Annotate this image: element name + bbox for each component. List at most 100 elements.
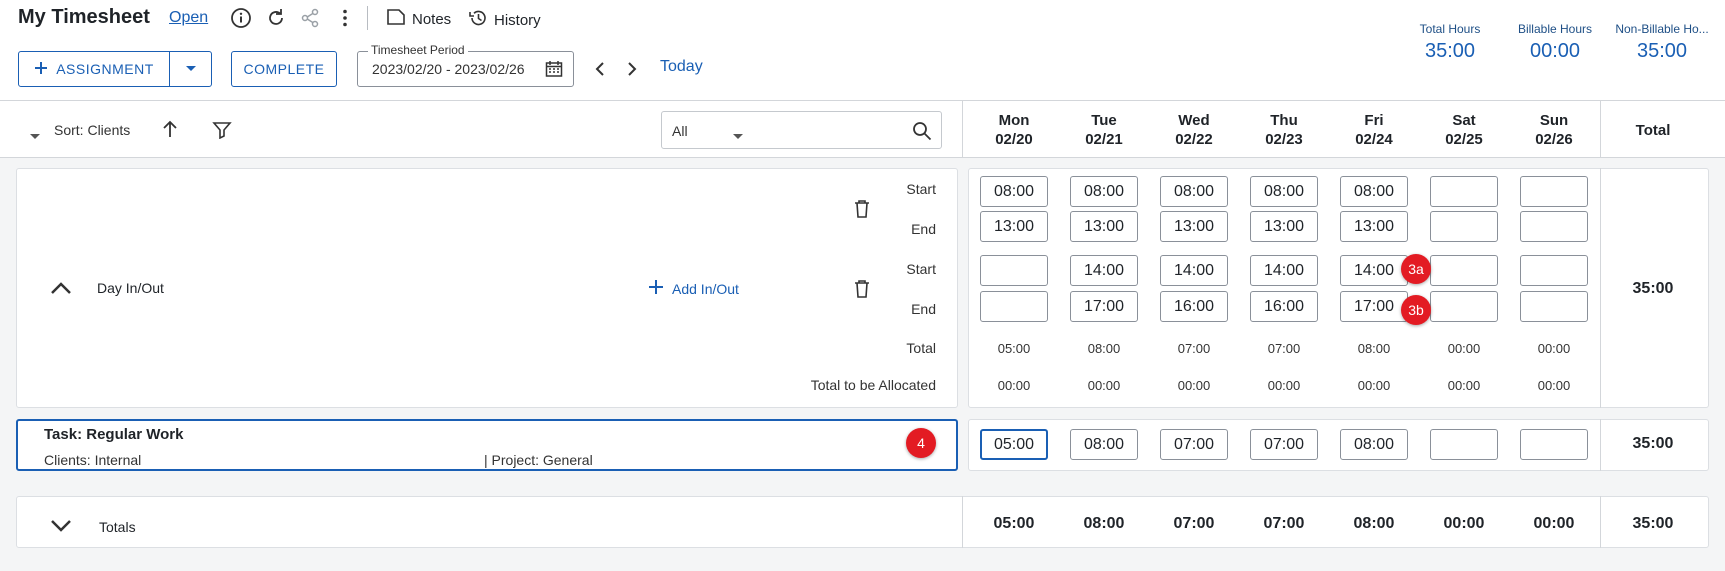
sort-ascending-icon[interactable] xyxy=(160,119,180,144)
non-billable-hours-label: Non-Billable Ho... xyxy=(1615,22,1709,36)
day-name: Tue xyxy=(1091,112,1117,129)
total-label: Total xyxy=(906,340,936,356)
complete-button[interactable]: COMPLETE xyxy=(231,51,337,87)
status-link[interactable]: Open xyxy=(169,9,208,27)
notes-button[interactable]: Notes xyxy=(386,8,451,30)
end-input[interactable] xyxy=(1430,291,1498,322)
info-icon[interactable] xyxy=(229,6,253,30)
start-input[interactable]: 14:00 xyxy=(1160,255,1228,286)
end-input[interactable]: 13:00 xyxy=(1250,211,1318,242)
day-date: 02/21 xyxy=(1085,131,1123,148)
add-assignment-button[interactable]: ASSIGNMENT xyxy=(19,52,169,86)
task-hours-input[interactable]: 07:00 xyxy=(1160,429,1228,460)
task-client: Clients: Internal xyxy=(44,452,142,468)
start-input[interactable]: 08:00 xyxy=(980,176,1048,207)
timesheet-period-field[interactable]: Timesheet Period 2023/02/20 - 2023/02/26 xyxy=(357,43,574,87)
column-divider xyxy=(1600,496,1601,548)
end-label: End xyxy=(911,221,936,237)
sort-label[interactable]: Sort: Clients xyxy=(54,122,130,138)
end-input[interactable]: 16:00 xyxy=(1160,291,1228,322)
period-value: 2023/02/20 - 2023/02/26 xyxy=(372,61,525,77)
allocated-value: 00:00 xyxy=(1087,378,1121,393)
task-hours-input[interactable] xyxy=(1520,429,1588,460)
callout-badge: 4 xyxy=(906,428,936,458)
total-hours-label: Total Hours xyxy=(1419,22,1481,36)
start-label: Start xyxy=(906,181,936,197)
start-input[interactable] xyxy=(980,255,1048,286)
filter-select[interactable]: All xyxy=(661,111,942,149)
assignment-split-button: ASSIGNMENT xyxy=(18,51,212,87)
task-hours-input[interactable]: 05:00 xyxy=(980,429,1048,460)
refresh-icon[interactable] xyxy=(264,6,288,30)
allocated-value: 00:00 xyxy=(1357,378,1391,393)
share-icon[interactable] xyxy=(298,6,322,30)
day-date: 02/26 xyxy=(1535,131,1573,148)
end-input[interactable]: 13:00 xyxy=(1340,211,1408,242)
day-header-fri: Fri 02/24 xyxy=(1334,111,1414,149)
start-input[interactable]: 14:00 xyxy=(1340,255,1408,286)
grand-total: 35:00 xyxy=(1632,515,1674,532)
end-input[interactable]: 17:00 xyxy=(1070,291,1138,322)
more-vertical-icon[interactable] xyxy=(333,6,357,30)
start-input[interactable] xyxy=(1430,176,1498,207)
task-hours-input[interactable]: 08:00 xyxy=(1070,429,1138,460)
billable-hours-label: Billable Hours xyxy=(1517,22,1593,36)
add-inout-label: Add In/Out xyxy=(672,280,739,297)
add-inout-button[interactable]: Add In/Out xyxy=(648,279,739,298)
day-name: Wed xyxy=(1178,112,1210,129)
column-divider xyxy=(1600,168,1601,408)
allocated-value: 00:00 xyxy=(1177,378,1211,393)
history-button[interactable]: History xyxy=(468,8,541,32)
start-input[interactable]: 14:00 xyxy=(1070,255,1138,286)
chevron-down-icon[interactable] xyxy=(50,519,72,538)
day-name: Fri xyxy=(1364,112,1384,129)
previous-period-icon[interactable] xyxy=(590,59,610,79)
totals-value: 07:00 xyxy=(1263,515,1305,532)
day-total: 00:00 xyxy=(1537,341,1571,356)
start-input[interactable]: 14:00 xyxy=(1250,255,1318,286)
day-date: 02/24 xyxy=(1355,131,1393,148)
totals-value: 07:00 xyxy=(1173,515,1215,532)
end-input[interactable] xyxy=(1430,211,1498,242)
end-input[interactable] xyxy=(1520,291,1588,322)
totals-value: 05:00 xyxy=(993,515,1035,532)
sort-dropdown-icon[interactable] xyxy=(29,128,41,146)
end-input[interactable]: 13:00 xyxy=(1070,211,1138,242)
start-input[interactable] xyxy=(1430,255,1498,286)
calendar-icon[interactable] xyxy=(545,60,563,83)
end-input[interactable]: 13:00 xyxy=(1160,211,1228,242)
end-input[interactable]: 13:00 xyxy=(980,211,1048,242)
end-input[interactable]: 16:00 xyxy=(1250,291,1318,322)
start-input[interactable]: 08:00 xyxy=(1250,176,1318,207)
totals-value: 08:00 xyxy=(1083,515,1125,532)
start-input[interactable]: 08:00 xyxy=(1070,176,1138,207)
allocated-value: 00:00 xyxy=(1447,378,1481,393)
day-date: 02/20 xyxy=(995,131,1033,148)
caret-down-icon xyxy=(185,60,197,78)
filter-icon[interactable] xyxy=(212,121,232,144)
task-hours-input[interactable]: 08:00 xyxy=(1340,429,1408,460)
totals-value: 08:00 xyxy=(1353,515,1395,532)
day-header-thu: Thu 02/23 xyxy=(1244,111,1324,149)
today-link[interactable]: Today xyxy=(660,58,703,76)
start-input[interactable]: 08:00 xyxy=(1160,176,1228,207)
chevron-up-icon[interactable] xyxy=(50,281,72,300)
task-hours-input[interactable] xyxy=(1430,429,1498,460)
start-input[interactable]: 08:00 xyxy=(1340,176,1408,207)
task-hours-input[interactable]: 07:00 xyxy=(1250,429,1318,460)
callout-badge: 3a xyxy=(1401,254,1431,284)
billable-hours-value: 00:00 xyxy=(1529,40,1581,62)
start-input[interactable] xyxy=(1520,255,1588,286)
day-inout-label: Day In/Out xyxy=(97,280,164,296)
search-icon[interactable] xyxy=(912,121,932,146)
end-input[interactable] xyxy=(980,291,1048,322)
column-divider xyxy=(962,101,963,158)
next-period-icon[interactable] xyxy=(622,59,642,79)
history-icon xyxy=(468,8,488,32)
start-input[interactable] xyxy=(1520,176,1588,207)
end-input[interactable]: 17:00 xyxy=(1340,291,1408,322)
column-divider xyxy=(1600,419,1601,471)
end-input[interactable] xyxy=(1520,211,1588,242)
allocated-value: 00:00 xyxy=(1267,378,1301,393)
assignment-dropdown-button[interactable] xyxy=(169,52,211,86)
